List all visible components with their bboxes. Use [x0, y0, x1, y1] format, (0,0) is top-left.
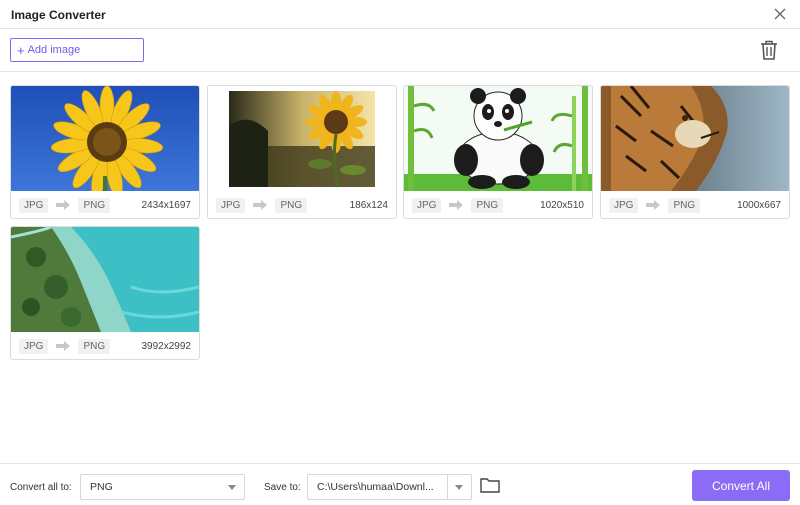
folder-icon[interactable] — [480, 476, 500, 493]
window-title: Image Converter — [11, 8, 106, 22]
output-format-value: PNG — [90, 481, 113, 493]
target-format-badge: PNG — [471, 197, 504, 213]
arrow-right-icon — [449, 200, 464, 210]
image-card-footer: JPG PNG 2434x1697 — [11, 191, 199, 218]
source-format-badge: JPG — [19, 338, 49, 354]
image-card[interactable]: JPG PNG 2434x1697 — [10, 85, 200, 219]
title-bar: Image Converter — [0, 0, 800, 29]
source-format-badge: JPG — [412, 197, 442, 213]
image-thumbnail — [11, 227, 199, 332]
convert-all-button[interactable]: Convert All — [692, 470, 790, 501]
output-format-select[interactable]: PNG — [80, 474, 245, 500]
image-card-footer: JPG PNG 1000x667 — [601, 191, 789, 218]
convert-all-label: Convert all to: — [10, 482, 72, 493]
arrow-right-icon — [56, 341, 71, 351]
plus-icon: + — [17, 42, 25, 58]
image-card[interactable]: JPG PNG 1000x667 — [600, 85, 790, 219]
bottom-bar: Convert all to: PNG Save to: C:\Users\hu… — [0, 463, 800, 505]
save-path-select[interactable]: C:\Users\humaa\Downl... — [307, 474, 472, 500]
image-dimensions: 1020x510 — [540, 199, 584, 211]
source-format-badge: JPG — [19, 197, 49, 213]
convert-all-button-label: Convert All — [711, 478, 771, 493]
image-card-footer: JPG PNG 186x124 — [208, 191, 396, 218]
image-thumbnail — [404, 86, 592, 191]
image-dimensions: 2434x1697 — [141, 199, 192, 211]
chevron-down-icon — [228, 485, 236, 490]
image-dimensions: 186x124 — [349, 199, 388, 211]
add-image-button[interactable]: + Add image — [10, 38, 144, 62]
toolbar: + Add image — [0, 29, 800, 72]
image-card[interactable]: JPG PNG 186x124 — [207, 85, 397, 219]
chevron-down-icon — [455, 485, 463, 490]
trash-icon[interactable] — [759, 39, 779, 61]
close-icon[interactable] — [772, 6, 788, 22]
image-card[interactable]: JPG PNG 3992x2992 — [10, 226, 200, 360]
image-dimensions: 3992x2992 — [141, 340, 192, 352]
save-to-label: Save to: — [264, 482, 301, 493]
image-card-footer: JPG PNG 1020x510 — [404, 191, 592, 218]
image-thumbnail — [208, 86, 396, 191]
image-dimensions: 1000x667 — [737, 199, 781, 211]
save-path-dropdown-button[interactable] — [447, 475, 471, 499]
save-path-value: C:\Users\humaa\Downl... — [317, 481, 434, 493]
source-format-badge: JPG — [216, 197, 246, 213]
arrow-right-icon — [253, 200, 268, 210]
target-format-badge: PNG — [668, 197, 701, 213]
image-card[interactable]: JPG PNG 1020x510 — [403, 85, 593, 219]
add-image-label: Add image — [27, 44, 81, 56]
arrow-right-icon — [56, 200, 71, 210]
arrow-right-icon — [646, 200, 661, 210]
target-format-badge: PNG — [78, 197, 111, 213]
target-format-badge: PNG — [275, 197, 308, 213]
image-thumbnail — [601, 86, 789, 191]
source-format-badge: JPG — [609, 197, 639, 213]
image-card-footer: JPG PNG 3992x2992 — [11, 332, 199, 359]
image-thumbnail — [11, 86, 199, 191]
target-format-badge: PNG — [78, 338, 111, 354]
